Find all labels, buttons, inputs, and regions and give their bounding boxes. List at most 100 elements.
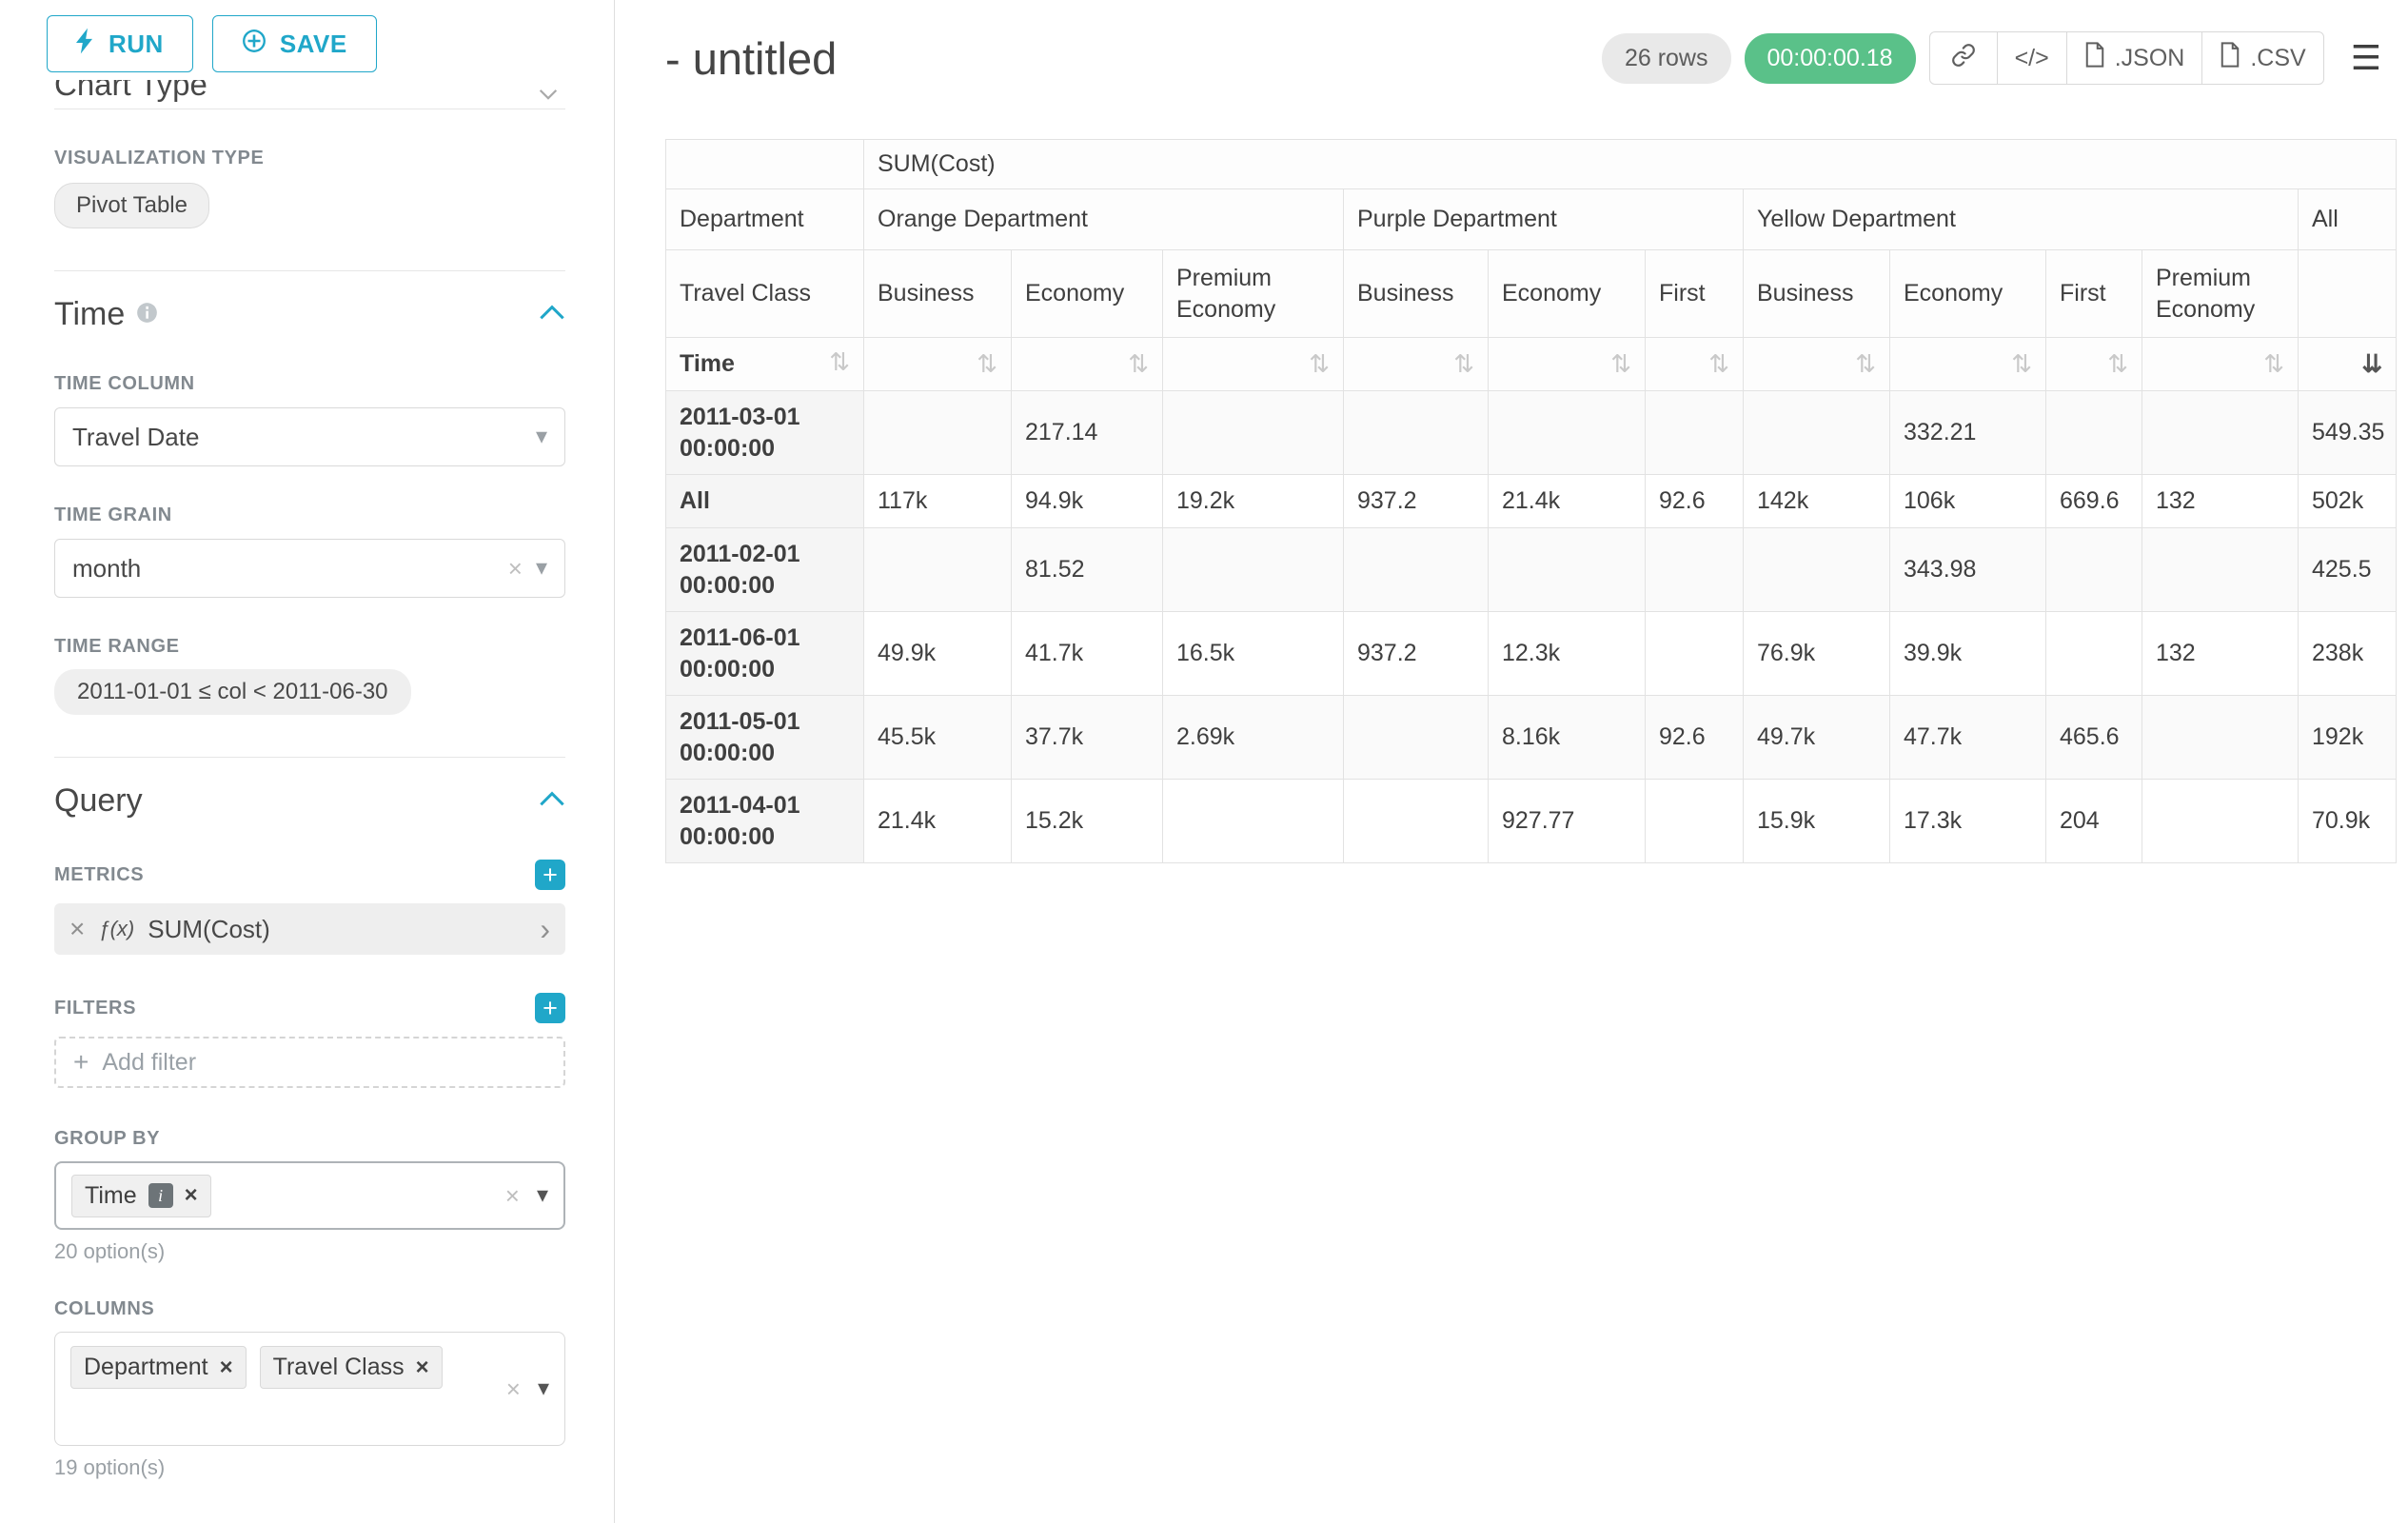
run-button[interactable]: RUN — [47, 15, 193, 72]
metric-item[interactable]: × ƒ(x) SUM(Cost) › — [54, 903, 565, 955]
chart-type-section-header[interactable]: Chart Type — [54, 80, 565, 109]
pivot-sort-cell[interactable]: ⇅ — [1646, 338, 1744, 391]
pivot-cell: 502k — [2299, 475, 2397, 528]
view-query-button[interactable]: </> — [1997, 31, 2067, 85]
query-section-title: Query — [54, 782, 143, 820]
pivot-cell: 192k — [2299, 696, 2397, 780]
visualization-type-label: VISUALIZATION TYPE — [54, 148, 565, 169]
export-csv-label: .CSV — [2250, 45, 2305, 72]
pivot-sort-cell[interactable]: ⇅ — [1489, 338, 1646, 391]
pivot-cell: 106k — [1890, 475, 2046, 528]
time-column-select[interactable]: Travel Date ▾ — [54, 407, 565, 466]
pivot-cell: 217.14 — [1012, 391, 1163, 475]
caret-down-icon: ▾ — [536, 557, 547, 580]
pivot-cell — [864, 391, 1012, 475]
clear-icon[interactable]: × — [508, 556, 523, 581]
time-grain-select[interactable]: month × ▾ — [54, 539, 565, 598]
pivot-group-header: Yellow Department — [1744, 189, 2299, 250]
pivot-cell — [1744, 391, 1890, 475]
copy-link-button[interactable] — [1929, 31, 1998, 85]
group-by-tag[interactable]: Time i × — [71, 1175, 211, 1217]
sort-icon: ⇅ — [1855, 350, 1876, 378]
chart-toolbar: 26 rows 00:00:00.18 </> .JSON — [1602, 31, 2397, 85]
pivot-cell: 92.6 — [1646, 696, 1744, 780]
pivot-sort-cell[interactable]: ⇅ — [1744, 338, 1890, 391]
remove-tag-icon[interactable]: × — [416, 1356, 429, 1379]
pivot-cell — [1344, 696, 1489, 780]
pivot-cell — [1489, 391, 1646, 475]
pivot-cell: 19.2k — [1163, 475, 1344, 528]
pivot-cell — [2142, 780, 2299, 863]
remove-metric-icon[interactable]: × — [69, 916, 85, 942]
file-icon — [2220, 42, 2240, 74]
pivot-sort-cell[interactable]: ⇅ — [1163, 338, 1344, 391]
caret-down-icon: ▾ — [536, 425, 547, 448]
caret-down-icon: ▾ — [538, 1377, 549, 1400]
chevron-right-icon[interactable]: › — [540, 914, 550, 944]
pivot-cell: 332.21 — [1890, 391, 2046, 475]
pivot-group-header: Purple Department — [1344, 189, 1744, 250]
pivot-cell — [2142, 528, 2299, 612]
pivot-cell: 132 — [2142, 475, 2299, 528]
pivot-sort-cell[interactable]: ⇅ — [1890, 338, 2046, 391]
metrics-label: METRICS — [54, 864, 144, 886]
add-filter-dropzone[interactable]: + Add filter — [54, 1037, 565, 1088]
save-button[interactable]: SAVE — [212, 15, 377, 72]
pivot-cell — [1163, 780, 1344, 863]
columns-options-count: 19 option(s) — [54, 1455, 565, 1480]
menu-icon[interactable]: ☰ — [2343, 38, 2389, 78]
columns-tag-label: Department — [84, 1354, 208, 1381]
pivot-sort-cell[interactable]: ⇊ — [2299, 338, 2397, 391]
pivot-row-label: All — [666, 475, 864, 528]
remove-tag-icon[interactable]: × — [220, 1356, 233, 1379]
sort-icon: ⇅ — [829, 348, 850, 376]
columns-tag[interactable]: Travel Class × — [260, 1346, 443, 1389]
plus-icon: + — [73, 1049, 89, 1076]
add-filter-button[interactable]: + — [535, 993, 565, 1023]
group-by-select[interactable]: Time i × × ▾ — [54, 1161, 565, 1230]
add-metric-button[interactable]: + — [535, 860, 565, 890]
time-section-header: Time — [54, 296, 565, 333]
pivot-group-header: Orange Department — [864, 189, 1344, 250]
pivot-row: All117k94.9k19.2k937.221.4k92.6142k106k6… — [666, 475, 2397, 528]
pivot-cell: 8.16k — [1489, 696, 1646, 780]
pivot-sort-cell[interactable]: ⇅ — [1012, 338, 1163, 391]
pivot-sort-cell[interactable]: ⇅ — [1344, 338, 1489, 391]
remove-tag-icon[interactable]: × — [185, 1184, 198, 1207]
visualization-type-value[interactable]: Pivot Table — [54, 183, 209, 228]
time-range-value[interactable]: 2011-01-01 ≤ col < 2011-06-30 — [54, 669, 411, 715]
pivot-row: 2011-04-01 00:00:0021.4k15.2k927.7715.9k… — [666, 780, 2397, 863]
chevron-down-icon — [539, 88, 558, 105]
chart-title[interactable]: - untitled — [665, 32, 837, 85]
collapse-section-icon[interactable] — [539, 791, 565, 812]
sort-icon: ⇅ — [2263, 350, 2284, 378]
pivot-cell: 927.77 — [1489, 780, 1646, 863]
time-range-label: TIME RANGE — [54, 636, 565, 658]
pivot-class-header: Business — [1744, 250, 1890, 338]
clear-icon[interactable]: × — [506, 1376, 521, 1401]
pivot-sort-cell[interactable]: ⇅ — [2046, 338, 2142, 391]
pivot-cell — [1646, 528, 1744, 612]
group-by-label: GROUP BY — [54, 1128, 565, 1150]
columns-select[interactable]: Department × Travel Class × × ▾ — [54, 1332, 565, 1446]
sort-icon: ⇊ — [2361, 350, 2382, 378]
pivot-class-header: First — [2046, 250, 2142, 338]
pivot-sort-cell[interactable]: ⇅ — [2142, 338, 2299, 391]
pivot-time-sort-header[interactable]: Time⇅ — [666, 338, 864, 391]
columns-tag[interactable]: Department × — [70, 1346, 247, 1389]
export-csv-button[interactable]: .CSV — [2201, 31, 2323, 85]
sort-icon: ⇅ — [1610, 350, 1631, 378]
pivot-row-label: 2011-02-01 00:00:00 — [666, 528, 864, 612]
pivot-row-label: 2011-06-01 00:00:00 — [666, 612, 864, 696]
pivot-class-header — [2299, 250, 2397, 338]
collapse-section-icon[interactable] — [539, 305, 565, 326]
pivot-cell: 15.9k — [1744, 780, 1890, 863]
time-column-value: Travel Date — [72, 423, 523, 452]
save-button-label: SAVE — [280, 30, 347, 59]
columns-tag-label: Travel Class — [273, 1354, 405, 1381]
pivot-metric-header: SUM(Cost) — [864, 140, 2397, 189]
export-json-button[interactable]: .JSON — [2066, 31, 2203, 85]
pivot-sort-cell[interactable]: ⇅ — [864, 338, 1012, 391]
clear-icon[interactable]: × — [505, 1183, 520, 1208]
pivot-cell: 81.52 — [1012, 528, 1163, 612]
